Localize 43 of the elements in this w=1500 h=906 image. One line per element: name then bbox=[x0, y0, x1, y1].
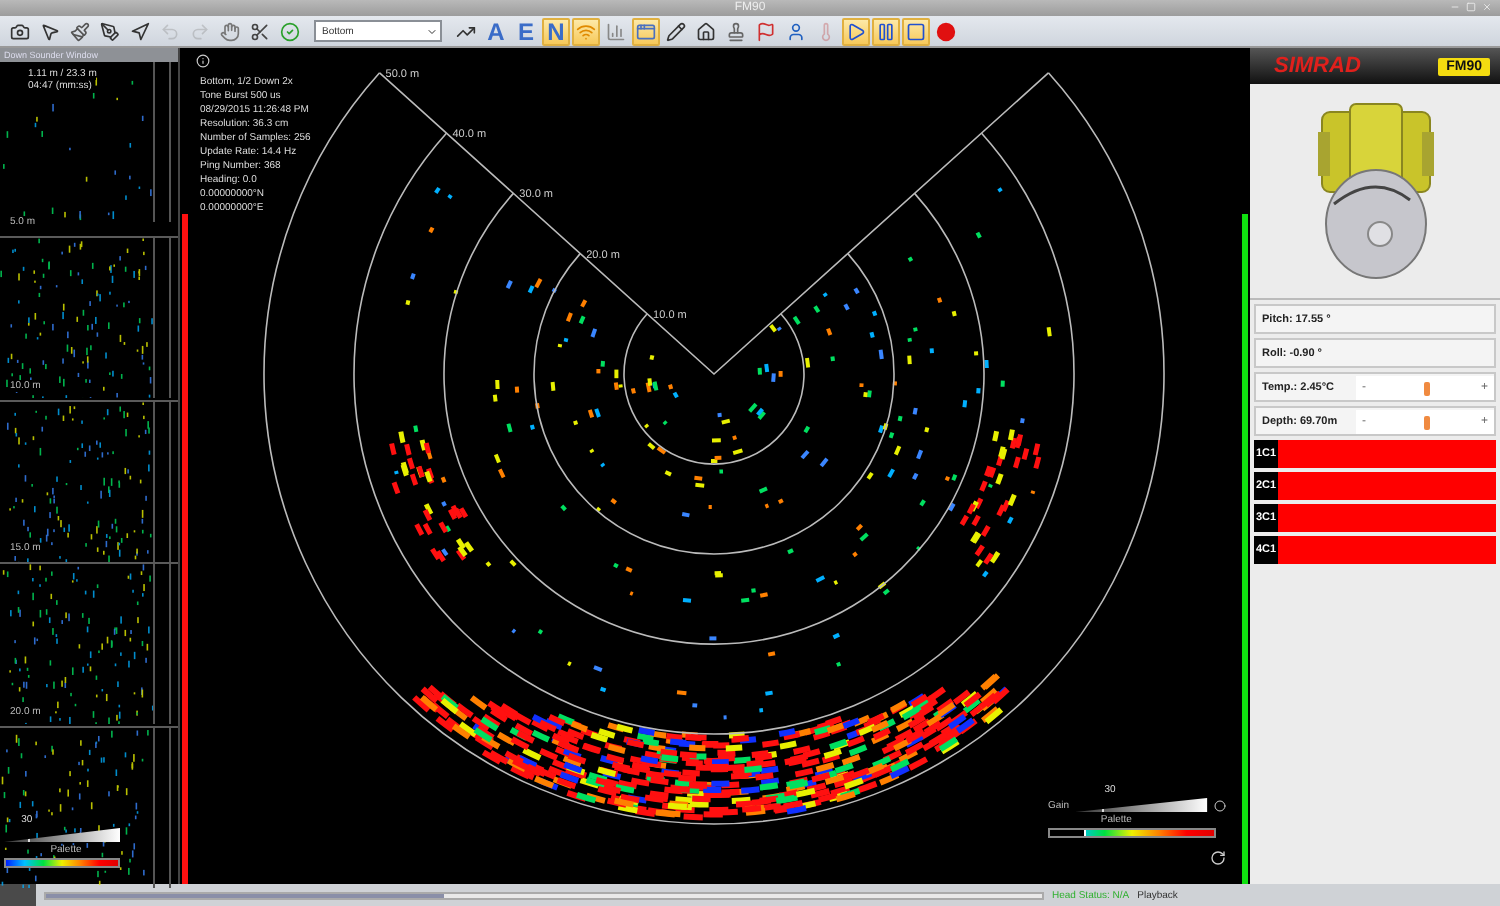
pause-icon bbox=[876, 21, 896, 41]
bar-chart-icon bbox=[606, 21, 626, 41]
person-icon bbox=[786, 21, 806, 41]
arrow-icon bbox=[130, 21, 150, 41]
brand-logo: SIMRAD bbox=[1274, 54, 1361, 78]
toolbar-button[interactable] bbox=[126, 17, 154, 45]
toolbar-button[interactable]: E bbox=[512, 17, 540, 45]
window-icon bbox=[636, 21, 656, 41]
caret-icon bbox=[426, 25, 438, 37]
undo-icon bbox=[160, 21, 180, 41]
toolbar-button[interactable] bbox=[692, 17, 720, 45]
thermometer-icon bbox=[816, 21, 836, 41]
pen-icon bbox=[100, 21, 120, 41]
line-chart-icon bbox=[456, 21, 476, 41]
toolbar-button[interactable] bbox=[662, 17, 690, 45]
flag-icon bbox=[756, 21, 776, 41]
play-icon bbox=[846, 21, 866, 41]
palette-bar[interactable] bbox=[4, 857, 120, 868]
check-icon bbox=[280, 21, 300, 41]
toolbar-button[interactable] bbox=[66, 17, 94, 45]
toolbar-button[interactable]: A bbox=[482, 17, 510, 45]
brush-icon bbox=[70, 21, 90, 41]
wifi-icon bbox=[576, 21, 596, 41]
house-icon bbox=[696, 21, 716, 41]
pointer-icon bbox=[40, 21, 60, 41]
toolbar-button[interactable] bbox=[872, 17, 900, 45]
redo-icon bbox=[190, 21, 210, 41]
circle-icon[interactable] bbox=[1213, 799, 1226, 811]
toolbar-button[interactable]: N bbox=[542, 17, 570, 45]
playback-progress[interactable] bbox=[44, 891, 1044, 899]
toolbar-button[interactable] bbox=[902, 17, 930, 45]
rotate-icon[interactable] bbox=[1210, 850, 1226, 866]
info-icon[interactable] bbox=[196, 54, 210, 68]
pencil-icon bbox=[666, 21, 686, 41]
toolbar-button[interactable] bbox=[96, 17, 124, 45]
camera-icon bbox=[10, 21, 30, 41]
palette-bar[interactable] bbox=[1048, 828, 1216, 838]
scissors-icon bbox=[250, 21, 270, 41]
toolbar-button[interactable] bbox=[842, 17, 870, 45]
stop-icon bbox=[906, 21, 926, 41]
record-icon bbox=[936, 21, 956, 41]
hand-icon bbox=[220, 21, 240, 41]
stamp-icon bbox=[726, 21, 746, 41]
